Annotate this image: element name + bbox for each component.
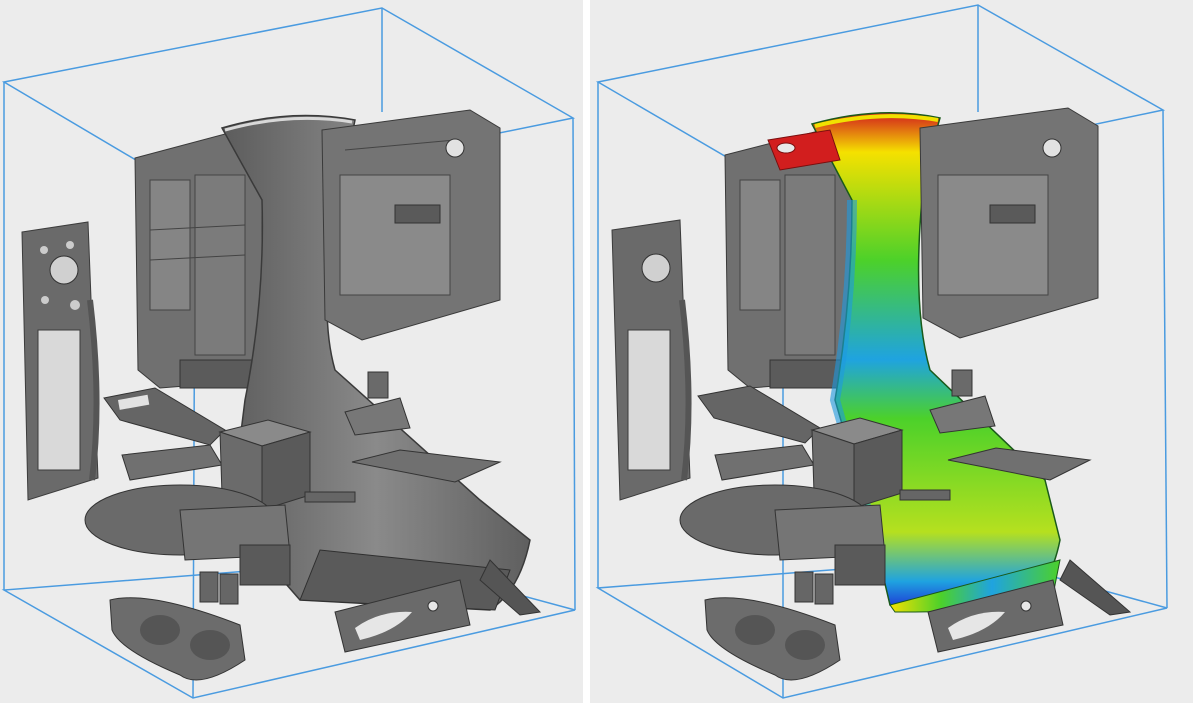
keypad-part	[697, 385, 821, 444]
view-divider	[583, 0, 590, 703]
clamp-part	[704, 597, 841, 681]
clamp-part	[109, 597, 246, 681]
viewport-left[interactable]	[0, 0, 583, 703]
housing-part-right	[321, 109, 501, 341]
housing-part-left	[134, 129, 263, 389]
keypad-part	[103, 387, 226, 446]
scene-left	[1, 7, 576, 699]
side-panel-part	[611, 219, 692, 501]
scene-right	[595, 4, 1168, 699]
housing-part-right	[919, 107, 1099, 339]
tray-part-left	[714, 444, 815, 481]
side-panel-part	[21, 221, 100, 501]
viewport-right[interactable]	[590, 0, 1193, 703]
tray-part-left	[121, 444, 223, 481]
